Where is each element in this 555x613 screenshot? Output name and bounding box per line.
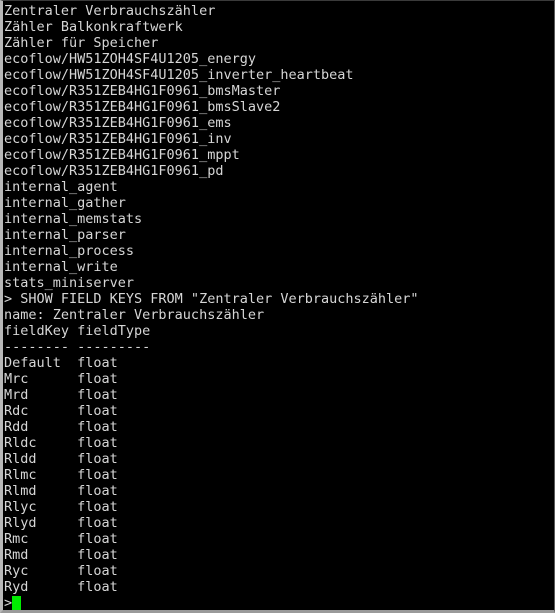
- table-column-separator: -------- ---------: [4, 339, 151, 355]
- terminal-window: Zentraler Verbrauchszähler Zähler Balkon…: [0, 0, 555, 613]
- list-item: ecoflow/R351ZEB4HG1F0961_mppt: [4, 147, 240, 163]
- terminal-output-area[interactable]: Zentraler Verbrauchszähler Zähler Balkon…: [3, 1, 554, 610]
- shell-prompt[interactable]: >: [4, 595, 554, 610]
- table-row: Ryc float: [4, 563, 118, 579]
- list-item: ecoflow/R351ZEB4HG1F0961_bmsSlave2: [4, 99, 281, 115]
- text-cursor: [12, 596, 22, 610]
- list-item: stats_miniserver: [4, 275, 135, 291]
- table-row: Ryd float: [4, 579, 118, 595]
- list-item: ecoflow/R351ZEB4HG1F0961_bmsMaster: [4, 83, 281, 99]
- table-row: Mrd float: [4, 387, 118, 403]
- list-item: ecoflow/HW51ZOH4SF4U1205_inverter_heartb…: [4, 67, 354, 83]
- prompt-symbol: >: [4, 595, 13, 610]
- table-row: Rlmd float: [4, 483, 118, 499]
- list-item: internal_memstats: [4, 211, 143, 227]
- command-line: > SHOW FIELD KEYS FROM "Zentraler Verbra…: [4, 291, 419, 307]
- list-item: Zähler Balkonkraftwerk: [4, 19, 183, 35]
- table-row: Rdc float: [4, 403, 118, 419]
- result-name-line: name: Zentraler Verbrauchszähler: [4, 307, 265, 323]
- table-row: Rldc float: [4, 435, 118, 451]
- table-row: Rlyc float: [4, 499, 118, 515]
- list-item: ecoflow/R351ZEB4HG1F0961_ems: [4, 115, 232, 131]
- list-item: internal_gather: [4, 195, 126, 211]
- list-item: Zentraler Verbrauchszähler: [4, 3, 216, 19]
- table-row: Rlyd float: [4, 515, 118, 531]
- list-item: ecoflow/HW51ZOH4SF4U1205_energy: [4, 51, 256, 67]
- list-item: internal_process: [4, 243, 135, 259]
- table-row: Rldd float: [4, 451, 118, 467]
- measurement-list: Zentraler Verbrauchszähler Zähler Balkon…: [4, 3, 554, 291]
- table-row: Rmc float: [4, 531, 118, 547]
- table-row: Rlmc float: [4, 467, 118, 483]
- table-column-headers: fieldKey fieldType: [4, 323, 151, 339]
- list-item: internal_agent: [4, 179, 118, 195]
- table-row: Default float: [4, 355, 118, 371]
- field-key-table: Default float Mrc float Mrd float Rdc float…: [4, 355, 554, 595]
- table-row: Mrc float: [4, 371, 118, 387]
- list-item: Zähler für Speicher: [4, 35, 159, 51]
- list-item: ecoflow/R351ZEB4HG1F0961_inv: [4, 131, 232, 147]
- list-item: internal_write: [4, 259, 118, 275]
- list-item: internal_parser: [4, 227, 126, 243]
- list-item: ecoflow/R351ZEB4HG1F0961_pd: [4, 163, 224, 179]
- table-row: Rmd float: [4, 547, 118, 563]
- table-row: Rdd float: [4, 419, 118, 435]
